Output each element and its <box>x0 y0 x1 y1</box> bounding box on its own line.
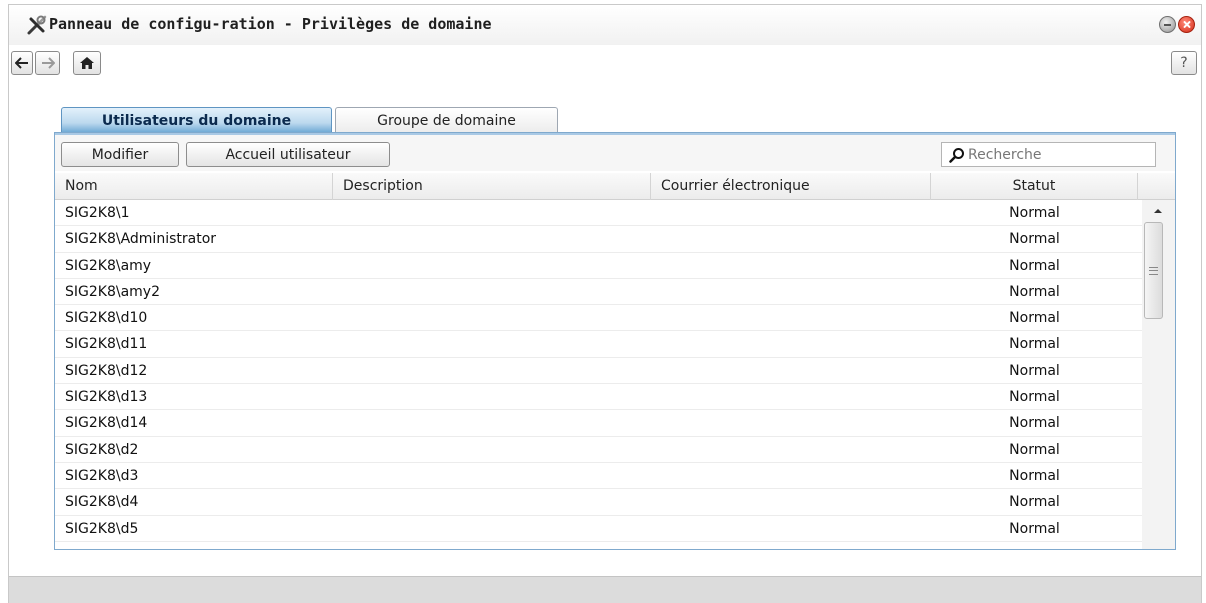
modifier-button[interactable]: Modifier <box>61 142 179 167</box>
table-row[interactable]: SIG2K8\amy2 Normal <box>55 279 1143 306</box>
column-header-statut[interactable]: Statut <box>931 173 1138 200</box>
tools-icon <box>25 13 49 37</box>
table-row[interactable]: SIG2K8\1 Normal <box>55 200 1143 227</box>
table-header: Nom Description Courrier électronique St… <box>55 173 1175 200</box>
column-header-description[interactable]: Description <box>333 173 651 200</box>
search-icon <box>946 145 968 165</box>
table-row[interactable]: SIG2K8\amy Normal <box>55 253 1143 279</box>
minimize-button[interactable] <box>1159 16 1176 33</box>
search-input[interactable] <box>968 144 1148 165</box>
help-button[interactable]: ? <box>1171 51 1197 75</box>
status-bar <box>9 576 1201 603</box>
cell-statut: Normal <box>1009 389 1060 406</box>
scrollbar-thumb[interactable] <box>1144 222 1163 319</box>
cell-nom: SIG2K8\d14 <box>65 415 148 432</box>
cell-nom: SIG2K8\d2 <box>65 441 139 458</box>
forward-button[interactable] <box>35 51 60 75</box>
home-icon <box>80 57 94 69</box>
tab-groupe-de-domaine[interactable]: Groupe de domaine <box>335 107 558 133</box>
cell-nom: SIG2K8\d3 <box>65 467 139 484</box>
vertical-scrollbar[interactable] <box>1142 200 1175 549</box>
cell-statut: Normal <box>1009 362 1060 379</box>
arrow-right-icon <box>41 57 55 69</box>
cell-nom: SIG2K8\d12 <box>65 362 148 379</box>
cell-statut: Normal <box>1009 257 1060 274</box>
control-panel-window: Panneau de configu-ration - Privilèges d… <box>8 4 1202 603</box>
tab-utilisateurs-du-domaine[interactable]: Utilisateurs du domaine <box>61 107 332 133</box>
scroll-up-arrow-icon[interactable] <box>1150 204 1166 218</box>
title-bar: Panneau de configu-ration - Privilèges d… <box>9 5 1201 45</box>
accueil-utilisateur-button[interactable]: Accueil utilisateur <box>186 142 390 167</box>
cell-nom: SIG2K8\d5 <box>65 520 139 537</box>
cell-statut: Normal <box>1009 205 1060 221</box>
cell-nom: SIG2K8\Administrator <box>65 231 217 248</box>
cell-statut: Normal <box>1009 310 1060 327</box>
table-row[interactable]: SIG2K8\d14 Normal <box>55 410 1143 437</box>
table-row[interactable]: SIG2K8\d10 Normal <box>55 305 1143 332</box>
cell-nom: SIG2K8\d11 <box>65 336 148 353</box>
cell-statut: Normal <box>1009 231 1060 248</box>
users-table-body: SIG2K8\1 Normal SIG2K8\Administrator Norma… <box>55 200 1143 549</box>
back-button[interactable] <box>11 51 33 75</box>
cell-nom: SIG2K8\1 <box>65 205 130 221</box>
cell-nom: SIG2K8\d13 <box>65 389 148 406</box>
table-row[interactable]: SIG2K8\Administrator Normal <box>55 226 1143 253</box>
table-row[interactable]: SIG2K8\d12 Normal <box>55 358 1143 385</box>
cell-nom: SIG2K8\amy <box>65 257 152 274</box>
users-panel: Modifier Accueil utilisateur Nom Descrip… <box>54 132 1176 550</box>
cell-statut: Normal <box>1009 415 1060 432</box>
navigation-toolbar: ? <box>9 45 1201 81</box>
column-header-nom[interactable]: Nom <box>55 173 333 200</box>
cell-statut: Normal <box>1009 467 1060 484</box>
column-header-spacer <box>1138 173 1175 200</box>
cell-nom: SIG2K8\amy2 <box>65 283 160 300</box>
arrow-left-icon <box>15 57 28 69</box>
panel-toolbar: Modifier Accueil utilisateur <box>55 133 1175 171</box>
cell-statut: Normal <box>1009 494 1060 511</box>
table-row[interactable]: SIG2K8\d4 Normal <box>55 489 1143 516</box>
cell-statut: Normal <box>1009 520 1060 537</box>
column-header-courrier[interactable]: Courrier électronique <box>651 173 931 200</box>
cell-statut: Normal <box>1009 283 1060 300</box>
table-row[interactable]: SIG2K8\d5 Normal <box>55 516 1143 542</box>
grip-icon <box>1149 267 1158 275</box>
cell-nom: SIG2K8\d10 <box>65 310 148 327</box>
cell-statut: Normal <box>1009 441 1060 458</box>
home-button[interactable] <box>73 51 101 75</box>
table-row[interactable]: SIG2K8\d3 Normal <box>55 463 1143 490</box>
table-row[interactable]: SIG2K8\d13 Normal <box>55 384 1143 411</box>
cell-nom: SIG2K8\d4 <box>65 494 139 511</box>
close-button[interactable] <box>1178 16 1195 33</box>
search-box <box>941 142 1156 167</box>
window-title: Panneau de configu-ration - Privilèges d… <box>49 15 492 33</box>
table-row[interactable]: SIG2K8\d2 Normal <box>55 437 1143 463</box>
table-row[interactable]: SIG2K8\d11 Normal <box>55 331 1143 358</box>
cell-statut: Normal <box>1009 336 1060 353</box>
